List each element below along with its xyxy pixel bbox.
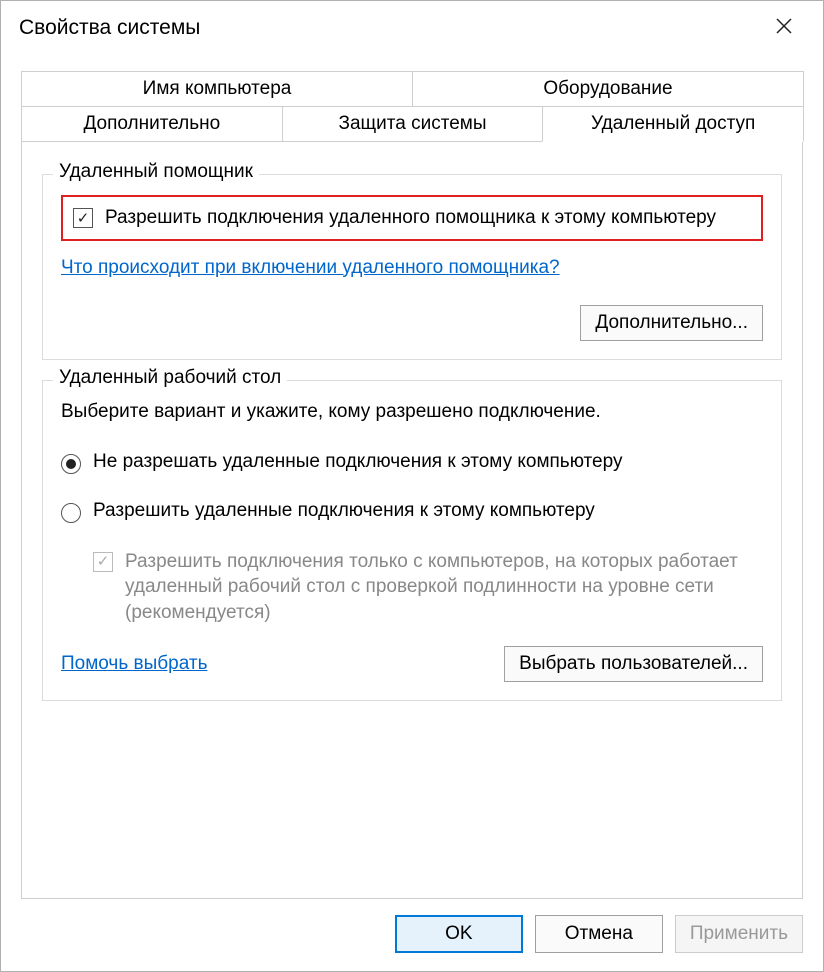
button-select-users[interactable]: Выбрать пользователей... (504, 646, 763, 682)
remote-desktop-bottom-row: Помочь выбрать Выбрать пользователей... (61, 646, 763, 682)
dialog-button-row: OK Отмена Применить (1, 899, 823, 971)
highlight-allow-remote-assistance: Разрешить подключения удаленного помощни… (61, 195, 763, 241)
close-icon (775, 17, 793, 35)
nla-checkbox-row: Разрешить подключения только с компьютер… (93, 549, 763, 626)
radio-row-deny[interactable]: Не разрешать удаленные подключения к это… (61, 451, 763, 474)
tab-hardware[interactable]: Оборудование (412, 71, 804, 107)
link-help-choose[interactable]: Помочь выбрать (61, 653, 207, 675)
tab-system-protection[interactable]: Защита системы (282, 106, 544, 142)
checkbox-allow-remote-assistance-label: Разрешить подключения удаленного помощни… (105, 205, 716, 231)
radio-deny-connections[interactable] (61, 454, 81, 474)
radio-deny-connections-label: Не разрешать удаленные подключения к это… (93, 451, 622, 473)
button-ok[interactable]: OK (395, 915, 523, 953)
group-remote-desktop: Удаленный рабочий стол Выберите вариант … (42, 380, 782, 701)
link-remote-assistance-help[interactable]: Что происходит при включении удаленного … (61, 257, 560, 279)
remote-desktop-description: Выберите вариант и укажите, кому разреше… (61, 401, 763, 423)
checkbox-allow-remote-assistance[interactable] (73, 208, 93, 228)
button-remote-assistance-advanced[interactable]: Дополнительно... (580, 305, 763, 341)
checkbox-nla-label: Разрешить подключения только с компьютер… (125, 549, 763, 626)
group-remote-assistance: Удаленный помощник Разрешить подключения… (42, 174, 782, 360)
radio-allow-connections-label: Разрешить удаленные подключения к этому … (93, 500, 595, 522)
tab-computer-name[interactable]: Имя компьютера (21, 71, 413, 107)
tab-row-top: Имя компьютера Оборудование (21, 71, 803, 107)
radio-allow-connections[interactable] (61, 503, 81, 523)
tab-advanced[interactable]: Дополнительно (21, 106, 283, 142)
checkbox-nla (93, 552, 113, 572)
radio-row-allow[interactable]: Разрешить удаленные подключения к этому … (61, 500, 763, 523)
tab-row-bottom: Дополнительно Защита системы Удаленный д… (21, 107, 803, 142)
button-apply: Применить (675, 915, 803, 953)
close-button[interactable] (763, 11, 805, 45)
window-title: Свойства системы (19, 16, 200, 40)
group-remote-desktop-title: Удаленный рабочий стол (53, 367, 287, 389)
titlebar: Свойства системы (1, 1, 823, 55)
advanced-button-row: Дополнительно... (61, 305, 763, 341)
tabs: Имя компьютера Оборудование Дополнительн… (21, 71, 803, 142)
tab-remote[interactable]: Удаленный доступ (542, 106, 804, 142)
system-properties-window: Свойства системы Имя компьютера Оборудов… (0, 0, 824, 972)
button-cancel[interactable]: Отмена (535, 915, 663, 953)
tab-panel-remote: Удаленный помощник Разрешить подключения… (21, 141, 803, 899)
tab-container: Имя компьютера Оборудование Дополнительн… (1, 55, 823, 899)
group-remote-assistance-title: Удаленный помощник (53, 161, 259, 183)
